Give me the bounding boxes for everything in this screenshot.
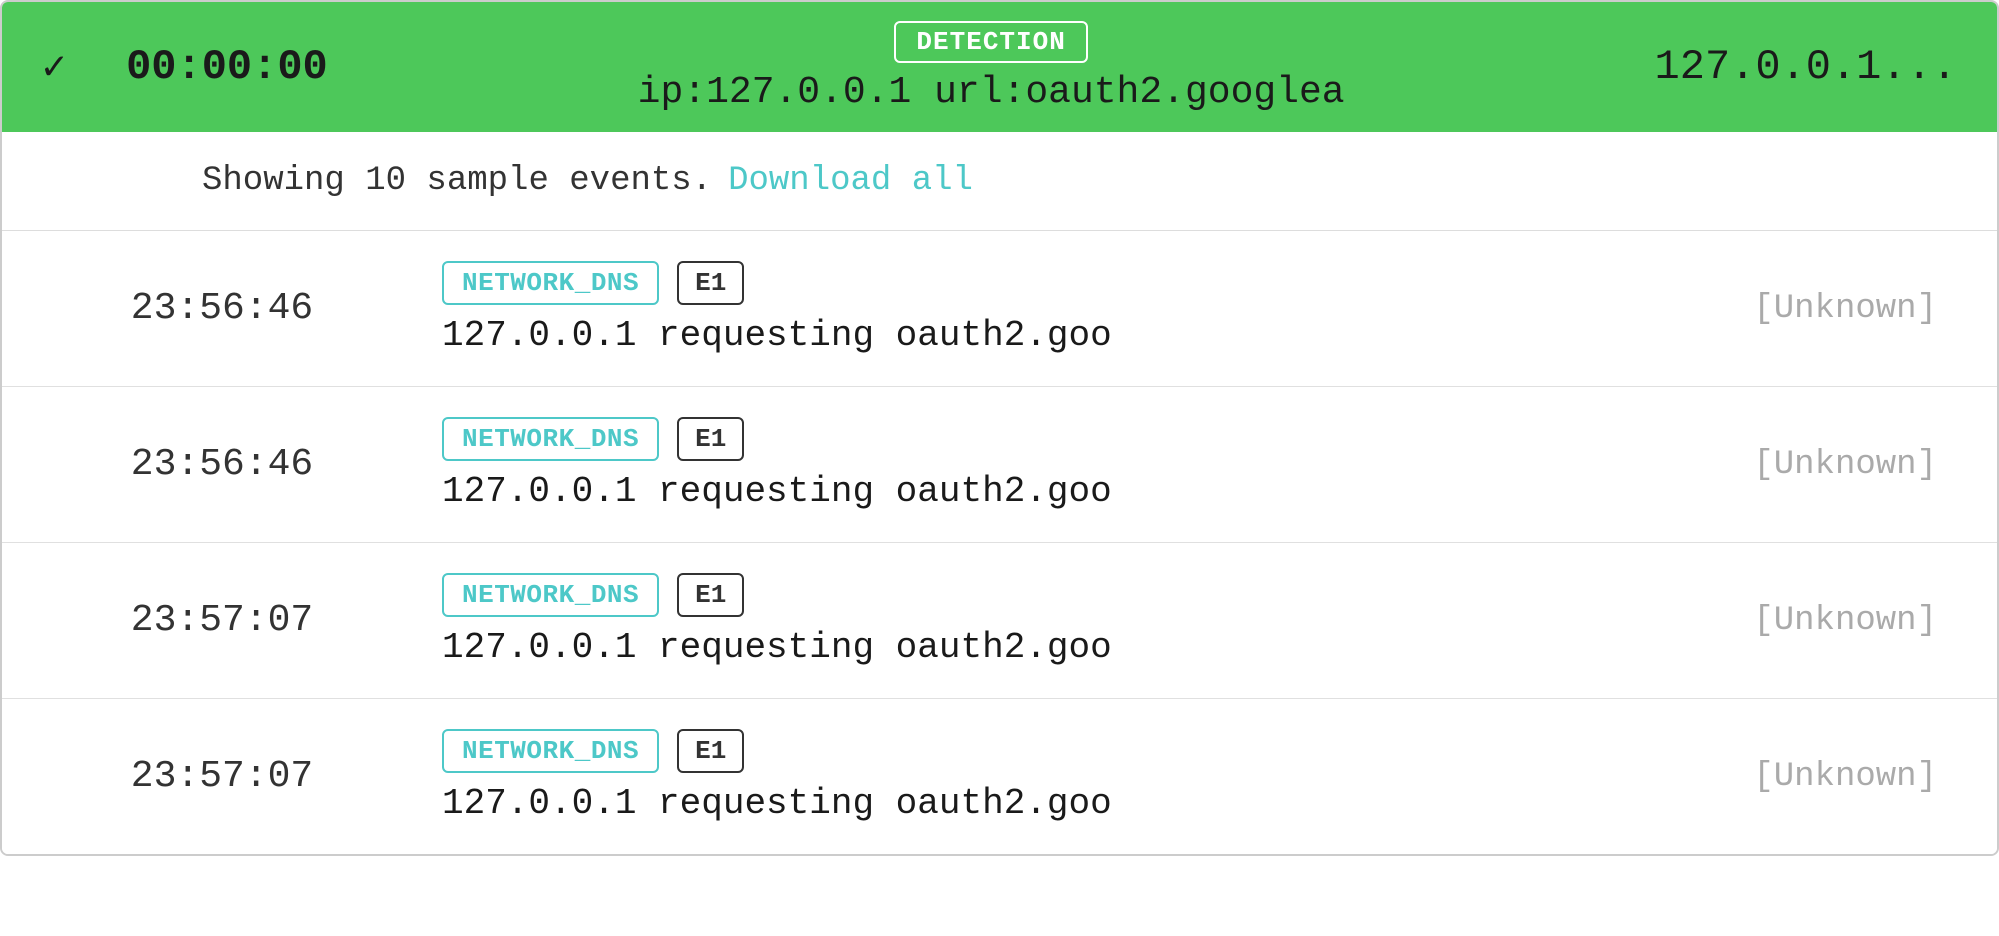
badge-e1: E1 — [677, 261, 744, 305]
event-row[interactable]: 23:56:46 NETWORK_DNS E1 127.0.0.1 reques… — [2, 387, 1997, 543]
event-row[interactable]: 23:57:07 NETWORK_DNS E1 127.0.0.1 reques… — [2, 699, 1997, 854]
header-row: ✓ 00:00:00 DETECTION ip:127.0.0.1 url:oa… — [2, 2, 1997, 132]
event-time: 23:57:07 — [62, 599, 382, 642]
event-status: [Unknown] — [1717, 290, 1937, 328]
event-middle: NETWORK_DNS E1 127.0.0.1 requesting oaut… — [382, 261, 1677, 356]
badge-network-dns: NETWORK_DNS — [442, 261, 659, 305]
event-description: 127.0.0.1 requesting oauth2.goo — [442, 783, 1112, 824]
event-time: 23:56:46 — [62, 443, 382, 486]
download-all-link[interactable]: Download all — [728, 162, 973, 200]
event-badges: NETWORK_DNS E1 — [442, 729, 744, 773]
event-status: [Unknown] — [1717, 758, 1937, 796]
badge-e1: E1 — [677, 573, 744, 617]
event-time: 23:56:46 — [62, 287, 382, 330]
badge-e1: E1 — [677, 417, 744, 461]
badge-e1: E1 — [677, 729, 744, 773]
event-status: [Unknown] — [1717, 446, 1937, 484]
header-time: 00:00:00 — [126, 43, 328, 91]
event-badges: NETWORK_DNS E1 — [442, 573, 744, 617]
main-container: ✓ 00:00:00 DETECTION ip:127.0.0.1 url:oa… — [0, 0, 1999, 856]
event-description: 127.0.0.1 requesting oauth2.goo — [442, 627, 1112, 668]
sample-events-row: Showing 10 sample events. Download all — [2, 132, 1997, 231]
badge-network-dns: NETWORK_DNS — [442, 417, 659, 461]
detection-badge: DETECTION — [894, 21, 1087, 63]
badge-network-dns: NETWORK_DNS — [442, 729, 659, 773]
event-description: 127.0.0.1 requesting oauth2.goo — [442, 315, 1112, 356]
event-status: [Unknown] — [1717, 602, 1937, 640]
event-badges: NETWORK_DNS E1 — [442, 261, 744, 305]
event-middle: NETWORK_DNS E1 127.0.0.1 requesting oaut… — [382, 417, 1677, 512]
event-badges: NETWORK_DNS E1 — [442, 417, 744, 461]
event-middle: NETWORK_DNS E1 127.0.0.1 requesting oaut… — [382, 573, 1677, 668]
sample-events-text: Showing 10 sample events. — [202, 162, 712, 200]
header-ip-url: ip:127.0.0.1 url:oauth2.googlea — [638, 71, 1345, 114]
header-center: DETECTION ip:127.0.0.1 url:oauth2.google… — [388, 21, 1595, 114]
events-list: 23:56:46 NETWORK_DNS E1 127.0.0.1 reques… — [2, 231, 1997, 854]
chevron-icon[interactable]: ✓ — [42, 43, 66, 92]
event-row[interactable]: 23:56:46 NETWORK_DNS E1 127.0.0.1 reques… — [2, 231, 1997, 387]
event-row[interactable]: 23:57:07 NETWORK_DNS E1 127.0.0.1 reques… — [2, 543, 1997, 699]
header-right-ip: 127.0.0.1... — [1655, 43, 1957, 91]
event-time: 23:57:07 — [62, 755, 382, 798]
badge-network-dns: NETWORK_DNS — [442, 573, 659, 617]
event-middle: NETWORK_DNS E1 127.0.0.1 requesting oaut… — [382, 729, 1677, 824]
event-description: 127.0.0.1 requesting oauth2.goo — [442, 471, 1112, 512]
